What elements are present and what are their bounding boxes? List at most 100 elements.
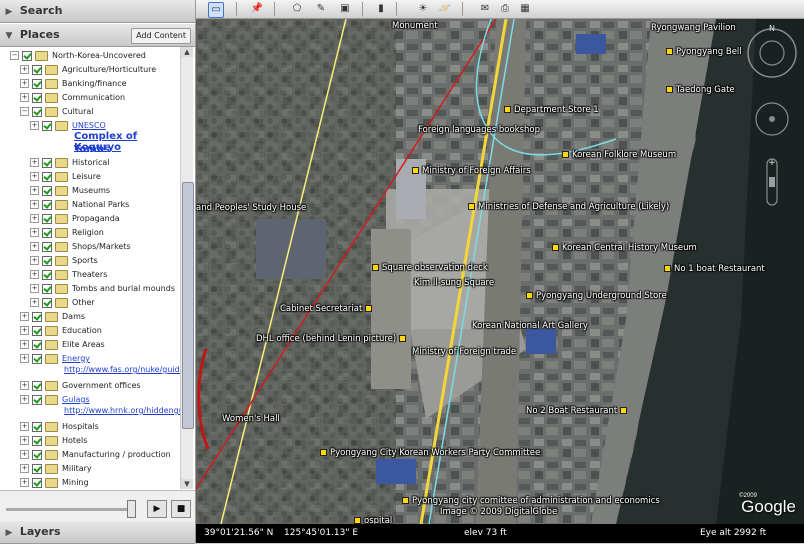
checkbox[interactable] (42, 269, 52, 280)
map-label[interactable]: Ministries of Defense and Agriculture (L… (468, 202, 669, 212)
checkbox[interactable] (32, 435, 42, 446)
gulags-url-link[interactable]: http://www.hrnk.org/hiddengu (64, 406, 180, 415)
tree-item[interactable]: + Mining (20, 476, 89, 489)
expand-icon[interactable]: + (20, 312, 29, 321)
maps-icon[interactable]: ▦ (518, 2, 532, 16)
map-label[interactable]: Department Store 1 (504, 105, 599, 115)
sidebar-toggle-icon[interactable]: ▭ (208, 2, 224, 18)
checkbox[interactable] (32, 339, 42, 350)
navigation-controls[interactable]: N + (742, 19, 802, 209)
expand-icon[interactable]: + (30, 158, 39, 167)
checkbox[interactable] (32, 325, 42, 336)
tree-scrollbar[interactable]: ▲ ▼ (180, 47, 194, 489)
email-icon[interactable]: ✉ (478, 2, 492, 16)
map-label[interactable]: Korean National Art Gallery (472, 321, 588, 331)
map-label[interactable]: Korean Central History Museum (552, 243, 697, 253)
checkbox[interactable] (42, 199, 52, 210)
map-label[interactable]: No 2 Boat Restaurant (526, 406, 630, 416)
tree-item[interactable]: + Government offices (20, 379, 141, 393)
expand-icon[interactable]: + (30, 121, 39, 130)
checkbox[interactable] (42, 283, 52, 294)
checkbox[interactable] (32, 311, 42, 322)
checkbox[interactable] (32, 353, 42, 364)
map-label[interactable]: Ryongwang Pavilion (651, 23, 736, 33)
expand-icon[interactable]: + (20, 381, 29, 390)
expand-icon[interactable]: + (20, 65, 29, 74)
checkbox[interactable] (32, 477, 42, 488)
tree-item[interactable]: + Agriculture/Horticulture (20, 63, 156, 77)
tree-item[interactable]: + Hospitals (20, 420, 99, 434)
tour-slider-track[interactable] (6, 508, 131, 511)
map-label[interactable]: Square observation deck (372, 263, 488, 273)
map-label[interactable]: Pyongyang Bell (666, 47, 742, 57)
map-label[interactable]: Cabinet Secretariat (280, 304, 375, 314)
tree-item[interactable]: + Shops/Markets (30, 240, 131, 254)
expand-icon[interactable]: + (20, 93, 29, 102)
tree-item[interactable]: + Sports (30, 254, 98, 268)
tree-item[interactable]: + Historical (30, 156, 109, 170)
expand-icon[interactable]: + (30, 298, 39, 307)
expand-icon[interactable]: + (20, 79, 29, 88)
placemark-icon[interactable]: 📌 (250, 2, 264, 16)
checkbox[interactable] (42, 227, 52, 238)
expand-icon[interactable]: + (20, 422, 29, 431)
tree-item[interactable]: + Dams (20, 310, 85, 324)
tree-item[interactable]: + Other (30, 296, 95, 310)
layers-panel-header[interactable]: ▶ Layers (0, 521, 195, 544)
tree-item[interactable]: + Military (20, 462, 92, 476)
expand-icon[interactable]: + (30, 242, 39, 251)
collapse-icon[interactable]: − (10, 51, 19, 60)
map-label[interactable]: ospital (354, 516, 392, 524)
map-label[interactable]: Pyongyang city comittee of administratio… (402, 496, 660, 506)
map-label[interactable]: Ministry of Foreign Affairs (412, 166, 531, 176)
tree-item[interactable]: + Education (20, 324, 102, 338)
tree-item[interactable]: + Hotels (20, 434, 87, 448)
expand-icon[interactable]: + (30, 200, 39, 209)
checkbox[interactable] (42, 213, 52, 224)
map-label[interactable]: Foreign languages bookshop (418, 125, 540, 135)
checkbox[interactable] (42, 255, 52, 266)
play-icon[interactable]: ▶ (147, 500, 167, 518)
checkbox[interactable] (42, 241, 52, 252)
expand-icon[interactable]: + (20, 464, 29, 473)
checkbox[interactable] (32, 64, 42, 75)
map-label[interactable]: Ministry of Foreign trade (412, 347, 516, 357)
print-icon[interactable]: ⎙ (498, 2, 512, 16)
tree-item[interactable]: + Communication (20, 91, 125, 105)
checkbox[interactable] (42, 171, 52, 182)
map-label[interactable]: Women's Hall (222, 414, 280, 424)
map-label[interactable]: Taedong Gate (666, 85, 735, 95)
stop-icon[interactable]: ■ (171, 500, 191, 518)
energy-url-link[interactable]: http://www.fas.org/nuke/guide (64, 365, 180, 374)
checkbox[interactable] (42, 185, 52, 196)
map-label[interactable]: DHL office (behind Lenin picture) (256, 334, 409, 344)
tree-item[interactable]: + Religion (30, 226, 104, 240)
tree-item[interactable]: + Manufacturing / production (20, 448, 171, 462)
expand-icon[interactable]: + (20, 436, 29, 445)
search-panel-header[interactable]: ▶ Search (0, 0, 195, 23)
expand-icon[interactable]: + (20, 395, 29, 404)
checkbox[interactable] (42, 297, 52, 308)
places-panel-header[interactable]: ▼ Places Add Content (0, 24, 195, 47)
tree-item[interactable]: + Theaters (30, 268, 107, 282)
tree-root[interactable]: − North-Korea-Uncovered (10, 49, 146, 63)
expand-icon[interactable]: + (20, 340, 29, 349)
add-content-button[interactable]: Add Content (131, 28, 191, 44)
map-label[interactable]: Monument (392, 21, 438, 31)
tree-item[interactable]: + Gulags (20, 393, 90, 407)
map-view[interactable]: Monument Ryongwang Pavilion Pyongyang Be… (196, 19, 804, 524)
sunlight-icon[interactable]: ☀ (416, 2, 430, 16)
tour-slider-thumb[interactable] (127, 500, 136, 518)
checkbox[interactable] (42, 120, 52, 131)
tree-item[interactable]: + Banking/finance (20, 77, 127, 91)
checkbox[interactable] (32, 380, 42, 391)
tree-item[interactable]: + Elite Areas (20, 338, 105, 352)
scroll-down-icon[interactable]: ▼ (181, 479, 193, 489)
map-label[interactable]: Kim Il-sung Square (414, 278, 494, 288)
tree-item[interactable]: + Energy (20, 352, 90, 366)
scroll-up-icon[interactable]: ▲ (181, 47, 193, 57)
scroll-thumb[interactable] (182, 182, 194, 429)
polygon-icon[interactable]: ⬠ (290, 2, 304, 16)
checkbox[interactable] (32, 421, 42, 432)
expand-icon[interactable]: + (30, 270, 39, 279)
